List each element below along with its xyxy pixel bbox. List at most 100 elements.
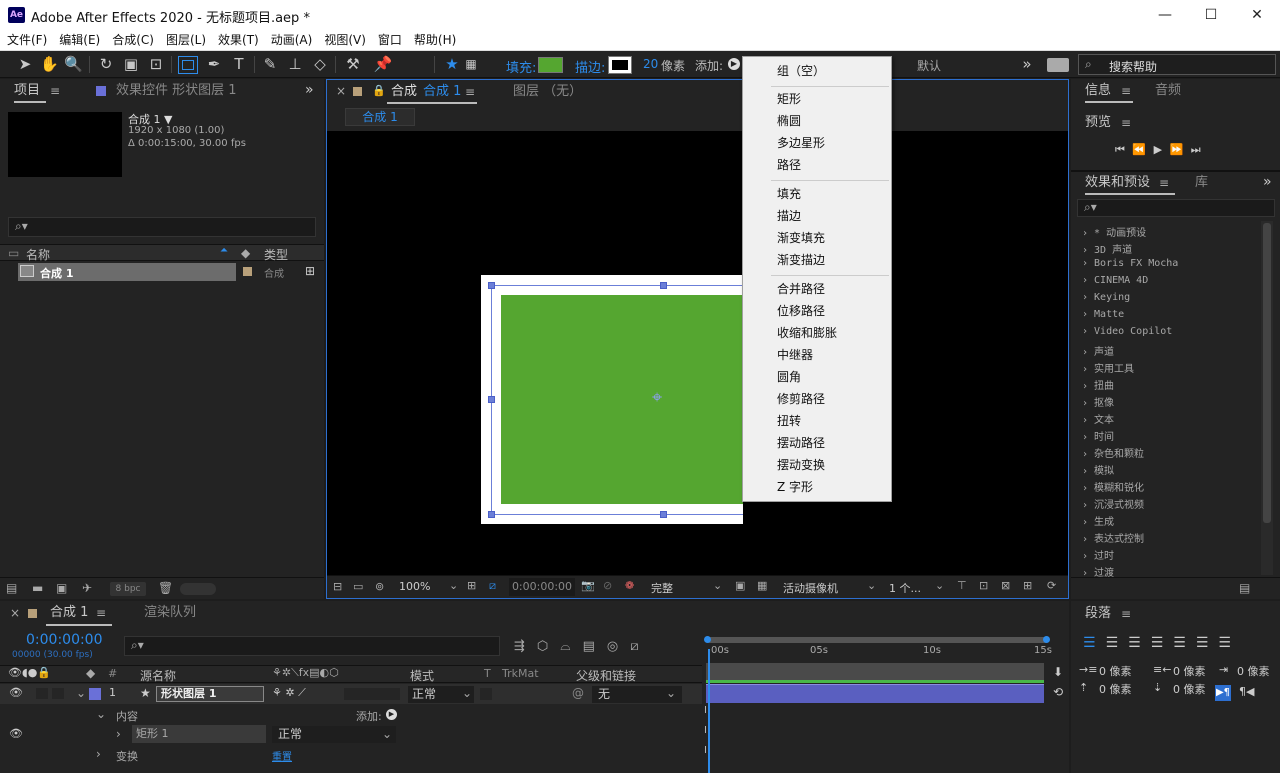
- eraser-tool-icon[interactable]: ◇: [310, 55, 330, 74]
- layer-label-color[interactable]: [89, 688, 101, 700]
- vr-icon[interactable]: ⊚: [375, 580, 384, 593]
- snapshot-icon[interactable]: 📷: [581, 579, 595, 592]
- toggle-pixel-icon[interactable]: ⊤: [957, 579, 967, 592]
- fill-color-swatch[interactable]: [538, 57, 563, 73]
- panel-menu-icon[interactable]: ≡: [50, 84, 60, 98]
- play-icon[interactable]: ▶: [1154, 143, 1164, 156]
- effect-category-item[interactable]: › 沉浸式视频: [1082, 496, 1144, 511]
- more-workspaces-icon[interactable]: »: [1018, 55, 1036, 74]
- help-search-box[interactable]: ⌕ 搜索帮助: [1078, 54, 1276, 75]
- help-search-input[interactable]: 搜索帮助: [1109, 58, 1157, 75]
- effects-scrollbar[interactable]: [1261, 221, 1273, 575]
- graph-editor-icon[interactable]: ⧄: [630, 639, 650, 654]
- ltr-direction-icon[interactable]: ▶¶: [1215, 685, 1231, 701]
- source-name-header[interactable]: 源名称: [140, 667, 176, 684]
- brush-tool-icon[interactable]: ✎: [260, 55, 280, 74]
- transparency-grid-icon[interactable]: ▦: [757, 579, 767, 592]
- menu-item-wiggle-transform[interactable]: 摆动变换: [777, 455, 825, 475]
- project-list-item[interactable]: 合成 1 合成 ⊞: [0, 263, 324, 281]
- rectangle-row[interactable]: 👁 › 矩形 1 正常 ⌄: [0, 725, 702, 745]
- menu-item-offset-paths[interactable]: 位移路径: [777, 301, 825, 321]
- timeline-track-area[interactable]: 00s 05s 10s 15s I I I: [704, 633, 1052, 773]
- indent-right-value[interactable]: 0 像素: [1173, 663, 1206, 679]
- menu-effect[interactable]: 效果(T): [211, 31, 264, 50]
- menu-item-twist[interactable]: 扭转: [777, 411, 801, 431]
- effects-presets-tab[interactable]: 效果和预设: [1085, 171, 1150, 195]
- zoom-tool-icon[interactable]: 🔍: [64, 55, 83, 74]
- menu-item-polystar[interactable]: 多边星形: [777, 133, 825, 153]
- layer-switches-icons[interactable]: ⚘ ✲ ⟋: [272, 686, 306, 700]
- camera-tool-icon[interactable]: ▣: [121, 55, 141, 74]
- contents-row[interactable]: ⌄ 内容 添加: ▶: [0, 705, 702, 725]
- bbox-handle[interactable]: [660, 282, 667, 289]
- new-comp-icon[interactable]: ▣: [56, 581, 67, 595]
- panel-menu-icon[interactable]: ≡: [96, 606, 106, 620]
- transform-row[interactable]: › 变换 重置: [0, 745, 702, 765]
- menu-item-path[interactable]: 路径: [777, 155, 801, 175]
- preserve-transparency-toggle[interactable]: [480, 688, 492, 700]
- effect-category-item[interactable]: › 实用工具: [1082, 360, 1134, 375]
- pan-behind-tool-icon[interactable]: ⊡: [146, 55, 166, 74]
- work-area-bar[interactable]: [706, 637, 1048, 643]
- stroke-width-value[interactable]: 20: [643, 57, 658, 71]
- timeline-search-input[interactable]: ⌕▾: [124, 636, 500, 656]
- visibility-icon[interactable]: 👁: [9, 727, 23, 740]
- effect-category-item[interactable]: › Video Copilot: [1082, 326, 1172, 337]
- mode-header[interactable]: 模式: [410, 667, 434, 684]
- effect-category-item[interactable]: › 表达式控制: [1082, 530, 1144, 545]
- rtl-direction-icon[interactable]: ¶◀: [1239, 685, 1254, 698]
- comp-canvas[interactable]: ⌖: [327, 131, 1068, 575]
- bbox-handle[interactable]: [488, 396, 495, 403]
- chevron-down-icon[interactable]: ⌄: [449, 579, 458, 592]
- effect-category-item[interactable]: › 声道: [1082, 343, 1114, 358]
- align-right-icon[interactable]: ☰: [1128, 635, 1151, 651]
- monitor-icon[interactable]: ▭: [353, 580, 363, 593]
- effect-category-item[interactable]: › 扭曲: [1082, 377, 1114, 392]
- comp-tab-label[interactable]: 合成: [391, 80, 417, 104]
- effects-search-input[interactable]: ⌕▾: [1077, 199, 1275, 217]
- bbox-handle[interactable]: [488, 282, 495, 289]
- cache-toggle-icon[interactable]: ⟲: [1053, 685, 1063, 699]
- menu-item-trim-paths[interactable]: 修剪路径: [777, 389, 825, 409]
- reset-link[interactable]: 重置: [272, 748, 292, 763]
- menu-animation[interactable]: 动画(A): [264, 31, 318, 50]
- comp-tab-name[interactable]: 合成 1: [423, 80, 461, 104]
- puppet-tool-icon[interactable]: 📌: [372, 55, 394, 74]
- flowchart-icon[interactable]: ⊞: [305, 264, 315, 278]
- text-tool-icon[interactable]: T: [229, 55, 249, 74]
- menu-window[interactable]: 窗口: [371, 31, 407, 50]
- effect-category-item[interactable]: › Keying: [1082, 292, 1130, 303]
- effect-category-item[interactable]: › Boris FX Mocha: [1082, 258, 1178, 269]
- project-search-input[interactable]: ⌕▾: [8, 217, 316, 237]
- fill-label[interactable]: 填充:: [506, 57, 536, 76]
- item-name[interactable]: 合成 1: [40, 265, 73, 281]
- panel-menu-icon[interactable]: ≡: [1121, 116, 1131, 130]
- resolution-select[interactable]: 完整: [651, 580, 673, 596]
- prev-frame-icon[interactable]: ⏪: [1132, 143, 1148, 156]
- views-select[interactable]: 1 个...: [889, 580, 921, 596]
- layer-duration-bar[interactable]: [706, 684, 1044, 703]
- channel-icon[interactable]: ❁: [625, 579, 634, 592]
- parent-header[interactable]: 父级和链接: [576, 667, 636, 684]
- effect-controls-tab[interactable]: 效果控件 形状图层 1: [116, 79, 237, 103]
- panel-menu-icon[interactable]: ≡: [1159, 176, 1169, 190]
- menu-help[interactable]: 帮助(H): [407, 31, 461, 50]
- menu-item-merge-paths[interactable]: 合并路径: [777, 279, 825, 299]
- effect-category-item[interactable]: › 抠像: [1082, 394, 1114, 409]
- justify-right-icon[interactable]: ☰: [1196, 635, 1219, 651]
- selection-tool-icon[interactable]: ➤: [16, 55, 34, 74]
- panel-menu-icon[interactable]: ≡: [1121, 607, 1131, 621]
- effect-category-item[interactable]: › 杂色和颗粒: [1082, 445, 1144, 460]
- draft-3d-icon[interactable]: ⬡: [537, 639, 560, 654]
- comp-flowchart-icon[interactable]: ⇶: [514, 639, 537, 654]
- chevron-down-icon[interactable]: ⌄: [462, 686, 472, 700]
- menu-item-zig-zag[interactable]: Z 字形: [777, 477, 813, 497]
- space-before-value[interactable]: 0 像素: [1099, 681, 1132, 697]
- new-bin-icon[interactable]: ▤: [1239, 581, 1250, 595]
- add-arrow-icon[interactable]: ▶: [386, 709, 397, 720]
- close-button[interactable]: ✕: [1234, 0, 1280, 31]
- timeline-timecode[interactable]: 0:00:00:00: [26, 632, 103, 648]
- mask-visibility-icon[interactable]: ⧄: [489, 579, 496, 593]
- menu-item-gradient-fill[interactable]: 渐变填充: [777, 228, 825, 248]
- work-area-end-handle[interactable]: [1043, 636, 1050, 643]
